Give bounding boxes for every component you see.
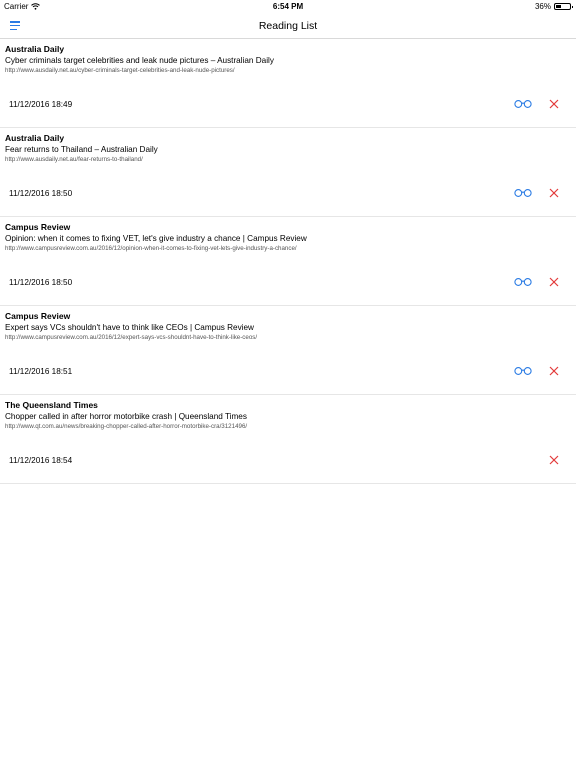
item-headline[interactable]: Opinion: when it comes to fixing VET, le…	[5, 233, 307, 244]
close-icon[interactable]	[549, 188, 559, 198]
item-source: Campus Review	[5, 222, 71, 232]
battery-icon	[554, 3, 573, 10]
item-timestamp: 11/12/2016 18:50	[9, 278, 73, 287]
close-icon[interactable]	[549, 99, 559, 109]
nav-bar: Reading List	[0, 13, 576, 39]
close-icon[interactable]	[549, 455, 559, 465]
close-icon[interactable]	[549, 277, 559, 287]
item-source: Campus Review	[5, 311, 71, 321]
item-headline[interactable]: Fear returns to Thailand – Australian Da…	[5, 144, 158, 155]
item-source: Australia Daily	[5, 133, 65, 143]
battery-tip	[571, 5, 573, 8]
list-item[interactable]: The Queensland Times Chopper called in a…	[0, 395, 576, 484]
item-timestamp: 11/12/2016 18:54	[9, 456, 73, 465]
status-right: 36%	[534, 0, 573, 13]
item-timestamp: 11/12/2016 18:50	[9, 189, 73, 198]
item-url[interactable]: http://www.campusreview.com.au/2016/12/o…	[5, 244, 297, 253]
item-timestamp: 11/12/2016 18:49	[9, 100, 73, 109]
glasses-icon[interactable]	[514, 99, 532, 109]
close-icon[interactable]	[549, 366, 559, 376]
glasses-icon[interactable]	[514, 277, 532, 287]
status-bar: Carrier 6:54 PM 36%	[0, 0, 576, 13]
glasses-icon[interactable]	[514, 188, 532, 198]
page-title: Reading List	[258, 20, 318, 32]
item-url[interactable]: http://www.campusreview.com.au/2016/12/e…	[5, 333, 257, 342]
item-headline[interactable]: Cyber criminals target celebrities and l…	[5, 55, 274, 66]
item-source: Australia Daily	[5, 44, 65, 54]
item-url[interactable]: http://www.ausdaily.net.au/fear-returns-…	[5, 155, 143, 164]
item-headline[interactable]: Expert says VCs shouldn't have to think …	[5, 322, 254, 333]
battery-percent: 36%	[534, 2, 551, 11]
reading-list: Australia Daily Cyber criminals target c…	[0, 39, 576, 484]
list-item[interactable]: Australia Daily Fear returns to Thailand…	[0, 128, 576, 217]
list-item[interactable]: Campus Review Expert says VCs shouldn't …	[0, 306, 576, 395]
list-item[interactable]: Australia Daily Cyber criminals target c…	[0, 39, 576, 128]
item-timestamp: 11/12/2016 18:51	[9, 367, 73, 376]
glasses-icon[interactable]	[514, 366, 532, 376]
item-headline[interactable]: Chopper called in after horror motorbike…	[5, 411, 247, 422]
battery-fill	[556, 5, 561, 8]
item-url[interactable]: http://www.ausdaily.net.au/cyber-crimina…	[5, 66, 235, 75]
item-url[interactable]: http://www.qt.com.au/news/breaking-chopp…	[5, 422, 247, 431]
status-time: 6:54 PM	[272, 2, 304, 11]
item-source: The Queensland Times	[5, 400, 98, 410]
list-item[interactable]: Campus Review Opinion: when it comes to …	[0, 217, 576, 306]
